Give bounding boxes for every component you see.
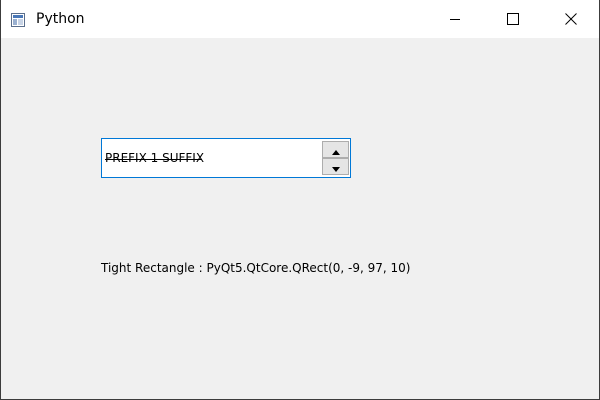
strikeout-line — [105, 159, 202, 160]
spin-down-button[interactable] — [322, 158, 349, 175]
tight-rectangle-label: Tight Rectangle : PyQt5.QtCore.QRect(0, … — [101, 261, 411, 275]
close-button[interactable] — [543, 0, 599, 38]
maximize-icon — [507, 10, 519, 29]
close-icon — [565, 10, 577, 29]
maximize-button[interactable] — [485, 0, 541, 38]
minimize-icon — [449, 10, 461, 29]
spin-up-button[interactable] — [322, 141, 349, 158]
title-bar[interactable]: Python — [1, 0, 599, 38]
spin-box-value[interactable]: PREFIX 1 SUFFIX — [105, 150, 204, 166]
spin-box[interactable]: PREFIX 1 SUFFIX — [101, 138, 351, 178]
arrow-down-icon — [331, 157, 340, 176]
window-title: Python — [36, 11, 85, 27]
window-client-area: PREFIX 1 SUFFIX Tight Rectangle : PyQt5.… — [1, 38, 599, 399]
app-window: Python PREFIX 1 SUFFIX Tight Rectangle:… — [0, 0, 600, 400]
minimize-button[interactable] — [427, 0, 483, 38]
python-app-icon — [11, 12, 25, 27]
